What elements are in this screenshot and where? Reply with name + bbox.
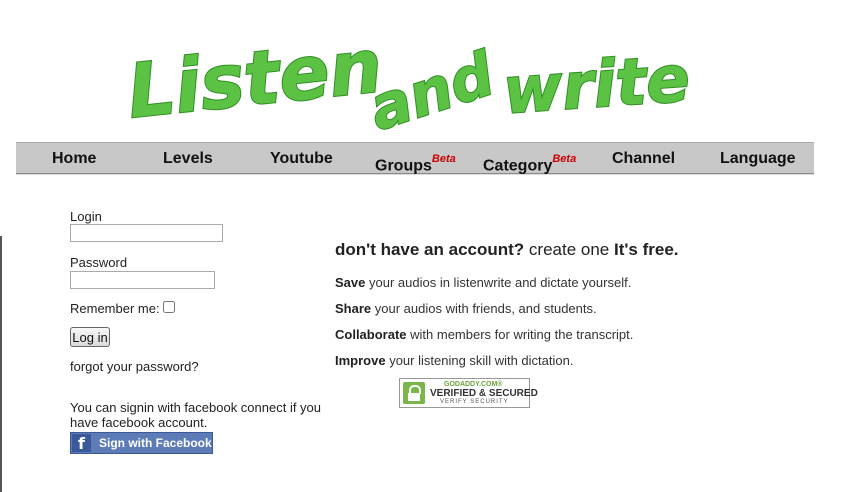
facebook-info-text: You can signin with facebook connect if …	[70, 400, 322, 430]
password-label: Password	[70, 255, 128, 270]
main-nav: Home Levels Youtube GroupsBeta CategoryB…	[16, 142, 814, 174]
nav-home[interactable]: Home	[52, 143, 96, 173]
facebook-icon: f	[72, 434, 91, 453]
nav-groups-label: Groups	[375, 157, 432, 175]
feature-collaborate-text: with members for writing the transcript.	[410, 327, 634, 342]
feature-collaborate: Collaborate with members for writing the…	[335, 327, 633, 342]
nav-groups[interactable]: GroupsBeta	[375, 145, 456, 175]
nav-category-label: Category	[483, 157, 553, 175]
feature-share-text: your audios with friends, and students.	[374, 301, 597, 316]
feature-share-title: Share	[335, 301, 372, 316]
godaddy-verified-seal[interactable]: GODADDY.COM® VERIFIED & SECURED VERIFY S…	[399, 378, 538, 408]
signup-headline: don't have an account? create one It's f…	[335, 240, 679, 260]
remember-me-checkbox[interactable]	[163, 301, 175, 313]
headline-question: don't have an account?	[335, 240, 525, 259]
feature-improve-text: your listening skill with dictation.	[389, 353, 574, 368]
feature-share: Share your audios with friends, and stud…	[335, 301, 597, 316]
forgot-password-link[interactable]: forgot your password?	[70, 359, 199, 374]
login-label: Login	[70, 209, 102, 224]
nav-groups-beta-badge: Beta	[431, 153, 456, 165]
nav-language-label: Language	[720, 150, 796, 167]
facebook-signin-button[interactable]: f Sign with Facebook	[70, 432, 213, 454]
remember-me-label: Remember me:	[70, 301, 160, 316]
feature-collaborate-title: Collaborate	[335, 327, 407, 342]
nav-levels[interactable]: Levels	[163, 143, 213, 173]
feature-save-text: your audios in listenwrite and dictate y…	[369, 275, 632, 290]
seal-subtitle: VERIFY SECURITY	[440, 399, 509, 405]
feature-save: Save your audios in listenwrite and dict…	[335, 275, 631, 290]
nav-youtube[interactable]: Youtube	[270, 143, 333, 173]
feature-improve: Improve your listening skill with dictat…	[335, 353, 573, 368]
seal-title: VERIFIED & SECURED	[430, 388, 538, 399]
login-button[interactable]: Log in	[70, 327, 110, 347]
nav-language[interactable]: Language	[720, 143, 796, 173]
nav-category[interactable]: CategoryBeta	[483, 145, 576, 175]
feature-improve-title: Improve	[335, 353, 386, 368]
seal-brand: GODADDY.COM®	[444, 381, 503, 388]
nav-channel[interactable]: Channel	[612, 143, 675, 173]
nav-levels-label: Levels	[163, 150, 213, 167]
login-input[interactable]	[70, 224, 223, 242]
logo-word-write: write	[501, 42, 692, 129]
logo-word-listen: Listen	[124, 23, 386, 135]
headline-free: It's free.	[614, 240, 679, 259]
headline-create-link[interactable]: create one	[529, 240, 609, 259]
nav-home-label: Home	[52, 150, 97, 167]
logo-word-and: and	[361, 39, 504, 136]
nav-channel-label: Channel	[612, 150, 676, 167]
site-logo[interactable]: Listen and write	[118, 6, 698, 146]
password-input[interactable]	[70, 271, 215, 289]
logo-graphic: Listen and write	[123, 22, 693, 146]
lock-icon	[403, 382, 425, 404]
page-left-border	[0, 236, 2, 492]
facebook-signin-label: Sign with Facebook	[99, 436, 212, 450]
nav-category-beta-badge: Beta	[552, 153, 577, 165]
nav-youtube-label: Youtube	[270, 150, 333, 167]
feature-save-title: Save	[335, 275, 366, 290]
